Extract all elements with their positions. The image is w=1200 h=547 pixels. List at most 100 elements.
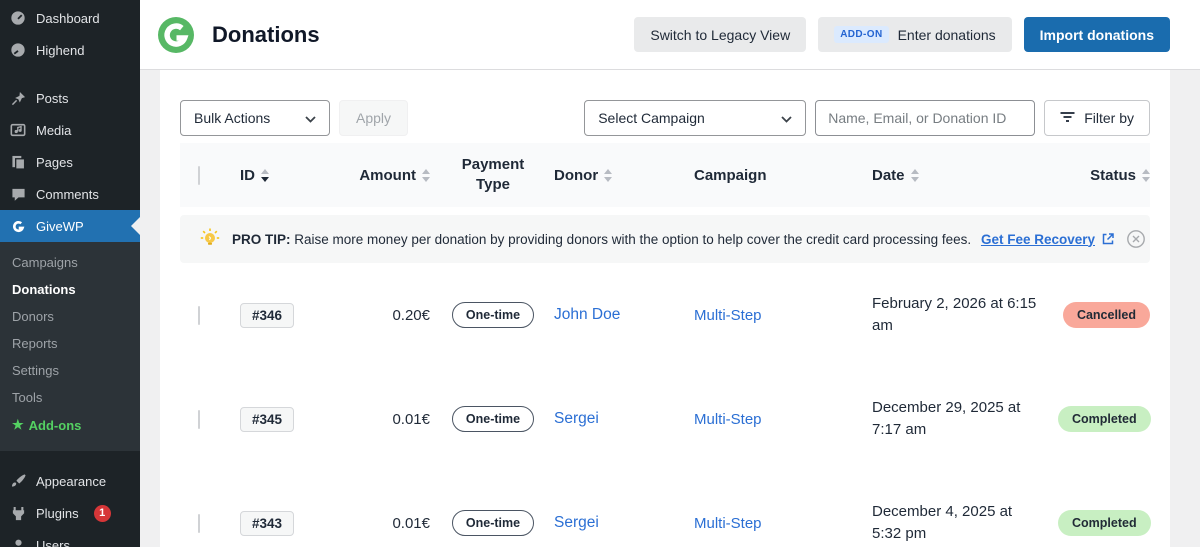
donor-link[interactable]: John Doe [554, 306, 682, 324]
givewp-submenu: Campaigns Donations Donors Reports Setti… [0, 242, 140, 451]
column-header-donor: Donor [554, 166, 599, 184]
sidebar-item-highend[interactable]: Highend [0, 34, 140, 66]
donation-id-badge[interactable]: #343 [240, 510, 295, 536]
sort-status-control[interactable] [1142, 168, 1150, 182]
status-badge: Cancelled [1062, 302, 1150, 328]
app-window: Dashboard Highend Posts Media Pages Comm… [0, 0, 1200, 547]
page-title: Donations [212, 21, 320, 47]
table-row: #345 0.01€ One-time Sergei Multi-Step De… [180, 367, 1151, 471]
donations-panel: Bulk Actions Apply Select Campaign Filte… [160, 70, 1170, 547]
table-row: #346 0.20€ One-time John Doe Multi-Step … [180, 263, 1150, 367]
payment-type-pill: One-time [451, 302, 535, 328]
donor-link[interactable]: Sergei [554, 514, 682, 532]
donation-date: December 4, 2025 at 5:32 pm [872, 502, 1013, 543]
givewp-logo [158, 16, 194, 53]
filter-by-label: Filter by [1084, 110, 1134, 126]
campaign-link[interactable]: Multi-Step [682, 307, 850, 324]
select-campaign-value: Select Campaign [598, 110, 705, 126]
sort-amount-control[interactable] [422, 168, 430, 182]
row-checkbox[interactable] [198, 513, 200, 533]
submenu-item-campaigns[interactable]: Campaigns [0, 249, 140, 276]
filter-by-button[interactable]: Filter by [1044, 100, 1150, 136]
donor-link[interactable]: Sergei [554, 410, 682, 428]
sort-donor-control[interactable] [604, 168, 613, 182]
select-campaign-dropdown[interactable]: Select Campaign [584, 100, 807, 136]
addon-badge: ADD-ON [834, 26, 889, 43]
wp-admin-sidebar: Dashboard Highend Posts Media Pages Comm… [0, 0, 140, 547]
select-all-checkbox[interactable] [198, 165, 200, 185]
table-row: #343 0.01€ One-time Sergei Multi-Step De… [180, 471, 1151, 547]
apply-button[interactable]: Apply [339, 100, 409, 136]
switch-legacy-view-button[interactable]: Switch to Legacy View [634, 17, 807, 52]
sidebar-item-givewp[interactable]: GiveWP [0, 210, 140, 242]
sidebar-item-plugins[interactable]: Plugins 1 [0, 497, 140, 529]
submenu-item-reports[interactable]: Reports [0, 330, 140, 357]
enter-donations-button[interactable]: ADD-ON Enter donations [818, 17, 1012, 52]
addons-label: Add-ons [28, 417, 82, 433]
get-fee-recovery-link[interactable]: Get Fee Recovery [981, 232, 1095, 247]
sidebar-item-media[interactable]: Media [0, 114, 140, 146]
campaign-link[interactable]: Multi-Step [682, 411, 850, 428]
chevron-down-icon [781, 110, 792, 126]
row-checkbox[interactable] [198, 409, 200, 429]
sidebar-item-label: Comments [36, 186, 99, 202]
bulk-actions-value: Bulk Actions [194, 110, 271, 126]
status-badge: Completed [1058, 510, 1151, 536]
sort-id-control[interactable] [261, 168, 269, 182]
donation-id-badge[interactable]: #345 [240, 406, 295, 432]
sidebar-item-appearance[interactable]: Appearance [0, 465, 140, 497]
sidebar-item-pages[interactable]: Pages [0, 146, 140, 178]
pro-tip-banner: PRO TIP: Raise more money per donation b… [180, 215, 1150, 263]
table-header: ID Amount Payment Type Donor Campaign Da… [180, 143, 1150, 207]
column-header-date: Date [872, 166, 905, 184]
submenu-item-addons[interactable]: ★ Add-ons [0, 411, 140, 439]
search-input[interactable] [815, 100, 1036, 136]
sidebar-item-label: Posts [36, 90, 69, 106]
import-donations-button[interactable]: Import donations [1023, 17, 1170, 52]
column-header-status: Status [1090, 166, 1136, 184]
sidebar-item-label: Plugins [36, 505, 79, 521]
payment-type-pill: One-time [451, 406, 535, 432]
submenu-item-settings[interactable]: Settings [0, 357, 140, 384]
submenu-item-donors[interactable]: Donors [0, 303, 140, 330]
sidebar-item-users[interactable]: Users [0, 529, 140, 547]
status-badge: Completed [1058, 406, 1151, 432]
sidebar-item-label: Appearance [36, 473, 107, 489]
plugin-icon [9, 504, 27, 522]
sort-date-control[interactable] [910, 168, 919, 182]
page-header: Donations Switch to Legacy View ADD-ON E… [140, 0, 1200, 70]
sidebar-item-label: Pages [36, 154, 73, 170]
sidebar-item-label: Media [36, 122, 72, 138]
sidebar-item-label: Dashboard [36, 10, 100, 26]
dismiss-banner-button[interactable] [1126, 229, 1146, 249]
pro-tip-label: PRO TIP: [232, 231, 291, 247]
list-toolbar: Bulk Actions Apply Select Campaign Filte… [180, 100, 1150, 136]
donation-id-badge[interactable]: #346 [240, 302, 295, 328]
row-checkbox[interactable] [198, 305, 200, 325]
enter-donations-label: Enter donations [897, 26, 996, 43]
lightbulb-icon [200, 228, 220, 251]
sidebar-item-label: GiveWP [36, 218, 84, 234]
donation-date: February 2, 2026 at 6:15 am [872, 294, 1037, 335]
media-icon [9, 121, 27, 139]
sidebar-item-dashboard[interactable]: Dashboard [0, 2, 140, 34]
filter-icon [1060, 110, 1075, 126]
campaign-link[interactable]: Multi-Step [682, 515, 850, 532]
submenu-item-donations[interactable]: Donations [0, 276, 140, 303]
sidebar-item-label: Highend [36, 42, 85, 58]
column-header-campaign: Campaign [694, 166, 767, 184]
payment-type-pill: One-time [451, 510, 535, 536]
sidebar-item-comments[interactable]: Comments [0, 178, 140, 210]
submenu-item-tools[interactable]: Tools [0, 384, 140, 411]
donation-date: December 29, 2025 at 7:17 am [872, 398, 1021, 439]
comment-icon [9, 185, 27, 203]
sidebar-item-posts[interactable]: Posts [0, 82, 140, 114]
paintbrush-icon [9, 472, 27, 490]
pushpin-icon [9, 89, 27, 107]
column-header-amount: Amount [359, 166, 416, 184]
pages-icon [9, 153, 27, 171]
bulk-actions-select[interactable]: Bulk Actions [180, 100, 330, 136]
main-content: Donations Switch to Legacy View ADD-ON E… [140, 0, 1200, 547]
chevron-down-icon [305, 110, 316, 126]
column-header-payment-type: Payment Type [461, 155, 525, 193]
